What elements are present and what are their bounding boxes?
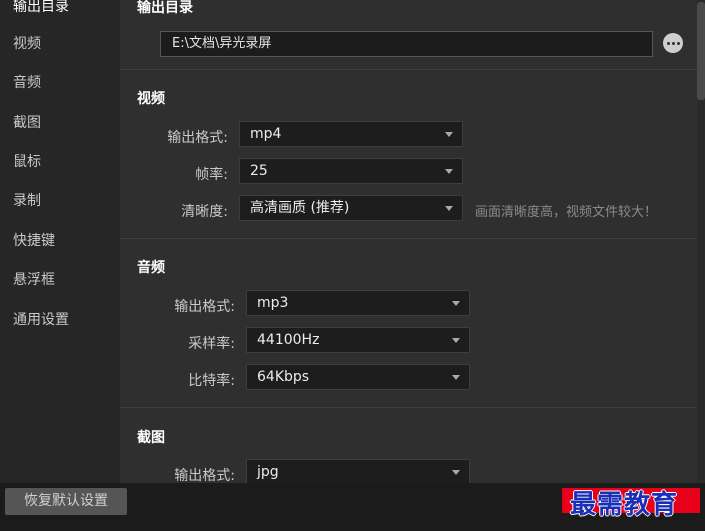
- section-title-audio: 音频: [137, 260, 165, 276]
- sidebar-item-video[interactable]: 视频: [0, 29, 120, 59]
- sidebar-item-hotkeys[interactable]: 快捷键: [0, 226, 120, 256]
- audio-sample-select[interactable]: 44100Hz: [246, 327, 470, 353]
- section-title-output: 输出目录: [137, 0, 193, 16]
- watermark-logo: 最需教育: [562, 484, 700, 520]
- chevron-down-icon: [445, 206, 453, 211]
- video-fps-select[interactable]: 25: [239, 158, 463, 184]
- output-path-field[interactable]: E:\文档\异光录屏: [160, 31, 653, 57]
- audio-bitrate-value: 64Kbps: [257, 369, 310, 385]
- watermark-text: 最需教育: [570, 490, 679, 520]
- screenshot-format-label: 输出格式:: [174, 468, 235, 483]
- more-icon[interactable]: [663, 33, 683, 53]
- sidebar-item-record[interactable]: 录制: [0, 186, 120, 216]
- settings-panel: 输出目录 E:\文档\异光录屏 视频 输出格式: mp4 帧率: 25 清晰度:…: [120, 0, 705, 483]
- sidebar-item-output-dir[interactable]: 输出目录: [0, 0, 120, 22]
- video-format-select[interactable]: mp4: [239, 121, 463, 147]
- sidebar-item-screenshot[interactable]: 截图: [0, 108, 120, 138]
- audio-format-value: mp3: [257, 295, 289, 311]
- section-title-screenshot: 截图: [137, 430, 165, 446]
- chevron-down-icon: [452, 470, 460, 475]
- video-format-value: mp4: [250, 126, 282, 142]
- section-title-video: 视频: [137, 91, 165, 107]
- sidebar-item-general[interactable]: 通用设置: [0, 305, 120, 335]
- audio-bitrate-select[interactable]: 64Kbps: [246, 364, 470, 390]
- divider: [120, 407, 698, 408]
- video-quality-value: 高清画质 (推荐): [250, 200, 350, 216]
- chevron-down-icon: [452, 338, 460, 343]
- sidebar-item-mouse[interactable]: 鼠标: [0, 147, 120, 177]
- scrollbar[interactable]: [697, 0, 705, 483]
- audio-format-label: 输出格式:: [174, 299, 235, 315]
- audio-sample-label: 采样率:: [188, 336, 235, 352]
- audio-sample-value: 44100Hz: [257, 332, 320, 348]
- chevron-down-icon: [445, 169, 453, 174]
- chevron-down-icon: [445, 132, 453, 137]
- settings-sidebar: 输出目录 视频 音频 截图 鼠标 录制 快捷键 悬浮框 通用设置: [0, 0, 120, 483]
- chevron-down-icon: [452, 301, 460, 306]
- screenshot-format-value: jpg: [257, 464, 279, 480]
- scrollbar-thumb[interactable]: [697, 2, 705, 100]
- video-quality-label: 清晰度:: [181, 204, 228, 220]
- video-format-label: 输出格式:: [167, 130, 228, 146]
- audio-bitrate-label: 比特率:: [188, 373, 235, 389]
- screenshot-format-select[interactable]: jpg: [246, 459, 470, 483]
- divider: [120, 238, 698, 239]
- video-quality-select[interactable]: 高清画质 (推荐): [239, 195, 463, 221]
- sidebar-item-audio[interactable]: 音频: [0, 68, 120, 98]
- video-fps-value: 25: [250, 163, 268, 179]
- chevron-down-icon: [452, 375, 460, 380]
- restore-defaults-button[interactable]: 恢复默认设置: [5, 488, 127, 515]
- sidebar-item-floating-box[interactable]: 悬浮框: [0, 265, 120, 295]
- footer-bar: 恢复默认设置 最需教育: [0, 483, 705, 531]
- video-quality-hint: 画面清晰度高，视频文件较大！: [475, 205, 658, 220]
- video-fps-label: 帧率:: [195, 167, 228, 183]
- audio-format-select[interactable]: mp3: [246, 290, 470, 316]
- divider: [120, 69, 698, 70]
